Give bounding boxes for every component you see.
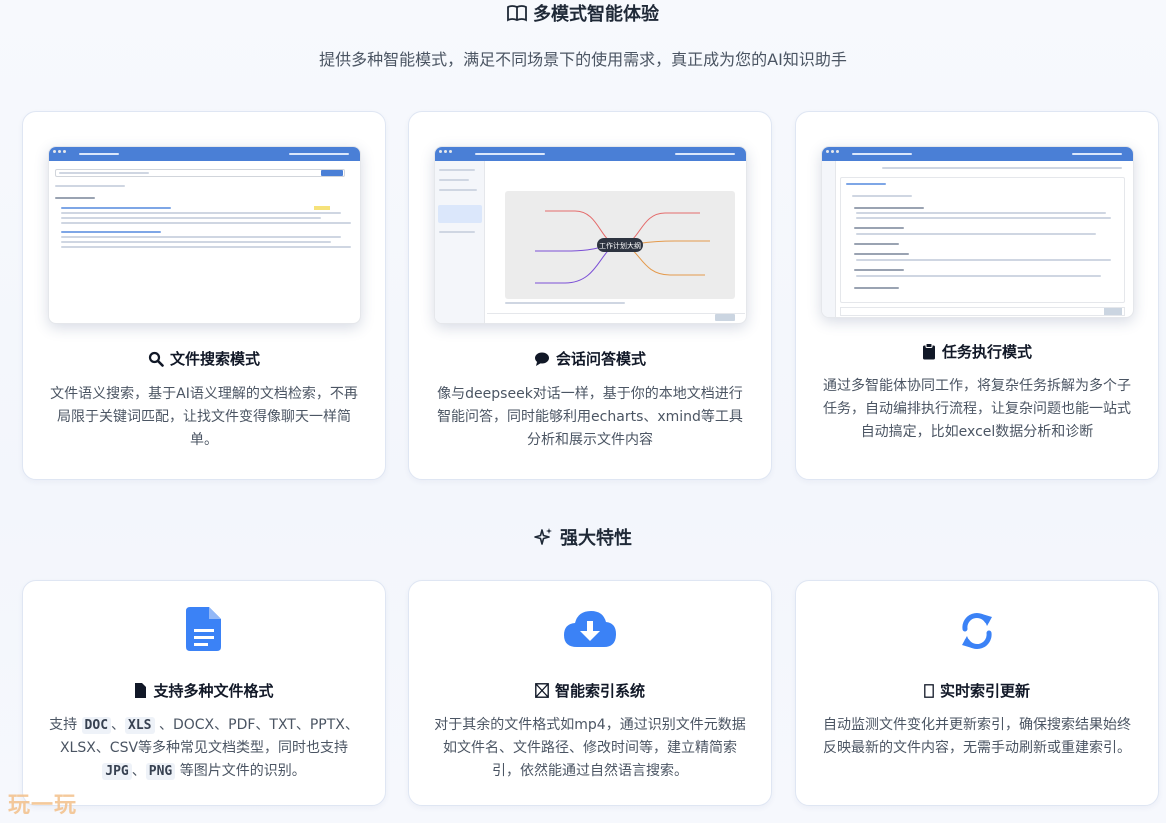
- document-icon: [186, 607, 221, 651]
- chat-bubble-icon: [534, 352, 549, 366]
- feature-index-title-text: 智能索引系统: [554, 682, 645, 700]
- feature-card-realtime: 实时索引更新 自动监测文件变化并更新索引，确保搜索结果始终反映最新的文件内容，无…: [795, 580, 1159, 806]
- database-box-icon: [535, 683, 549, 698]
- file-icon: [135, 683, 147, 698]
- mode-card-chat-desc: 像与deepseek对话一样，基于你的本地文档进行智能问答，同时能够利用echa…: [437, 386, 743, 448]
- cloud-download-icon: [564, 611, 616, 647]
- watermark-logo: 玩一玩: [8, 792, 78, 818]
- format-tag-xls: XLS: [125, 717, 155, 734]
- mode-card-chat-title: 会话问答模式: [409, 348, 771, 369]
- modes-section-title: 多模式智能体验: [0, 0, 1166, 26]
- feature-realtime-title-text: 实时索引更新: [939, 682, 1030, 700]
- modes-title-text: 多模式智能体验: [533, 4, 659, 25]
- mode-card-search-desc: 文件语义搜索，基于AI语义理解的文档检索，不再局限于关键词匹配，让找文件变得像聊…: [50, 386, 358, 448]
- book-icon: [507, 5, 527, 22]
- modes-subtitle: 提供多种智能模式，满足不同场景下的使用需求，真正成为您的AI知识助手: [319, 50, 847, 69]
- feature-realtime-desc: 自动监测文件变化并更新索引，确保搜索结果始终反映最新的文件内容，无需手动刷新或重…: [823, 717, 1131, 756]
- mode-card-search-title: 文件搜索模式: [23, 348, 385, 369]
- mode-card-task-title: 任务执行模式: [796, 341, 1158, 362]
- mode-card-task[interactable]: 任务执行模式 通过多智能体协同工作，将复杂任务拆解为多个子任务，自动编排执行流程…: [795, 111, 1159, 480]
- feature-index-desc: 对于其余的文件格式如mp4，通过识别文件元数据如文件名、文件路径、修改时间等，建…: [434, 717, 746, 779]
- mode-card-search-title-text: 文件搜索模式: [169, 350, 260, 368]
- mode-card-chat-title-text: 会话问答模式: [555, 350, 646, 368]
- feature-index-title: 智能索引系统: [409, 680, 771, 701]
- features-title-text: 强大特性: [560, 528, 632, 549]
- refresh-icon: [962, 613, 992, 649]
- feature-formats-desc: 支持 DOC、 XLS 、DOCX、PDF、TXT、PPTX、XLSX、CSV等多…: [49, 717, 359, 780]
- mode-card-task-desc: 通过多智能体协同工作，将复杂任务拆解为多个子任务，自动编排执行流程，让复杂问题也…: [823, 378, 1131, 440]
- mode-card-task-title-text: 任务执行模式: [941, 343, 1032, 361]
- search-icon: [148, 351, 164, 367]
- mindmap-center-label: 工作计划大纲: [599, 241, 641, 250]
- feature-realtime-title: 实时索引更新: [796, 680, 1158, 701]
- mode-card-chat[interactable]: 工作计划大纲 会话问答模式 像与deepseek对话一样，基于你的本地文档进行智…: [408, 111, 772, 480]
- mode-card-search[interactable]: 文件搜索模式 文件语义搜索，基于AI语义理解的文档检索，不再局限于关键词匹配，让…: [22, 111, 386, 480]
- feature-formats-title-text: 支持多种文件格式: [153, 682, 274, 700]
- feature-formats-title: 支持多种文件格式: [23, 680, 385, 701]
- clipboard-icon: [922, 343, 935, 360]
- search-mode-screenshot: [48, 146, 361, 324]
- task-mode-screenshot: [821, 146, 1134, 318]
- mindmap-diagram: 工作计划大纲: [535, 210, 710, 284]
- features-section-title: 强大特性: [0, 524, 1166, 550]
- feature-card-index: 智能索引系统 对于其余的文件格式如mp4，通过识别文件元数据如文件名、文件路径、…: [408, 580, 772, 806]
- format-tag-jpg: JPG: [102, 763, 132, 780]
- chat-mode-screenshot: 工作计划大纲: [434, 146, 747, 324]
- feature-card-formats: 支持多种文件格式 支持 DOC、 XLS 、DOCX、PDF、TXT、PPTX、X…: [22, 580, 386, 806]
- format-tag-png: PNG: [145, 763, 176, 780]
- placeholder-box-icon: [924, 683, 934, 698]
- sparkles-icon: [534, 528, 552, 545]
- format-tag-doc: DOC: [81, 717, 112, 734]
